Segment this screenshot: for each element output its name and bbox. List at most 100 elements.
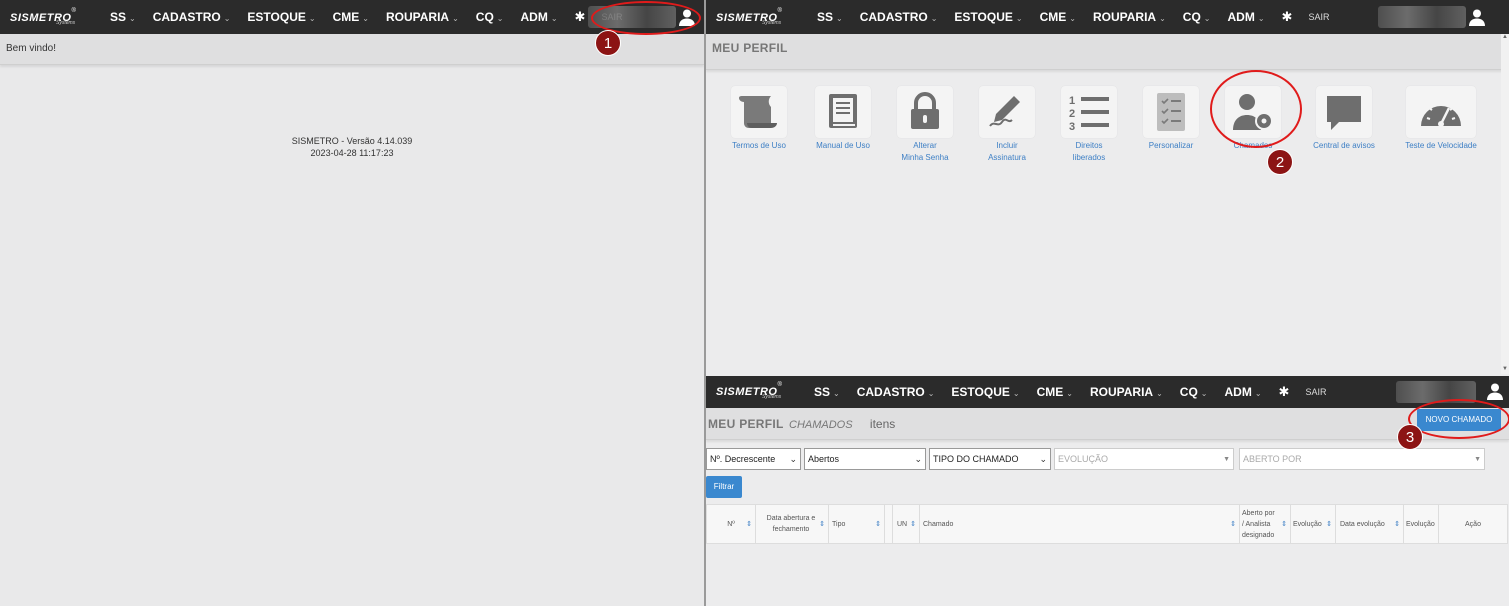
chevron-down-icon: ⌄	[836, 14, 843, 23]
sort-icon[interactable]: ⇕	[1394, 519, 1400, 530]
chevron-down-icon: ⌄	[914, 453, 922, 464]
col-evolucao[interactable]: Evolução ⇕	[1291, 505, 1336, 543]
sismetro-logo[interactable]: SISMETRO® Systems	[10, 8, 90, 28]
sort-icon[interactable]: ⇕	[819, 519, 825, 530]
sort-icon[interactable]: ⇕	[746, 519, 752, 530]
version-label: SISMETRO - Versão 4.14.039	[291, 136, 413, 146]
menu-rouparia[interactable]: ROUPARIA ⌄	[1090, 385, 1163, 399]
menu-estoque[interactable]: ESTOQUE ⌄	[954, 10, 1022, 24]
menu-rouparia[interactable]: ROUPARIA ⌄	[1093, 10, 1166, 24]
sort-icon[interactable]: ⇕	[1281, 519, 1287, 530]
col-label: Data abertura e fechamento	[766, 515, 816, 533]
menu-ss-label: SS	[814, 385, 831, 399]
highlight-circle-new-ticket	[1408, 399, 1509, 439]
sort-icon[interactable]: ⇕	[1326, 519, 1332, 530]
user-icon[interactable]	[1468, 8, 1486, 26]
menu-cme[interactable]: CME ⌄	[1040, 10, 1076, 24]
opened-by-placeholder: ABERTO POR	[1243, 454, 1302, 464]
opened-by-select[interactable]: ABERTO POR ▼	[1239, 448, 1485, 470]
highlight-circle-chamados	[1210, 70, 1302, 148]
menu-adm[interactable]: ADM ⌄	[1225, 385, 1262, 399]
welcome-text: Bem vindo!	[6, 43, 57, 54]
menu-cadastro[interactable]: CADASTRO ⌄	[860, 10, 938, 24]
page-title: MEU PERFIL CHAMADOS itens	[708, 417, 895, 431]
menu-estoque[interactable]: ESTOQUE ⌄	[951, 385, 1019, 399]
menu-cq[interactable]: CQ ⌄	[476, 10, 504, 24]
menu-cadastro[interactable]: CADASTRO ⌄	[153, 10, 231, 24]
subheader-bar	[706, 34, 1509, 70]
sort-icon[interactable]: ⇕	[1230, 519, 1236, 530]
tile-termos-de-uso[interactable]: Termos de Uso	[728, 86, 790, 152]
menu-rouparia[interactable]: ROUPARIA ⌄	[386, 10, 459, 24]
tile-direitos-liberados[interactable]: 123 Direitos liberados	[1058, 86, 1120, 164]
menu-rouparia-label: ROUPARIA	[1092, 10, 1157, 24]
user-name-blurred[interactable]	[1378, 6, 1466, 28]
tile-central-de-avisos[interactable]: Central de avisos	[1304, 86, 1384, 152]
gear-icon[interactable]: ✱	[1282, 9, 1293, 25]
sort-icon[interactable]: ⇕	[910, 519, 916, 530]
chevron-down-icon: ⌄	[550, 14, 558, 23]
menu-adm-label: ADM	[520, 10, 548, 24]
menu-cme-label: CME	[332, 10, 360, 24]
page-title: MEU PERFIL	[712, 41, 788, 55]
col-label: Data evolução	[1340, 520, 1385, 528]
logout-link[interactable]: SAIR	[1305, 387, 1326, 397]
col-tipo[interactable]: Tipo ⇕	[829, 505, 885, 543]
menu-cme[interactable]: CME ⌄	[1037, 385, 1073, 399]
menu-cadastro[interactable]: CADASTRO ⌄	[857, 385, 935, 399]
logo-reg: ®	[777, 8, 782, 14]
menu-ss[interactable]: SS ⌄	[110, 10, 136, 24]
menu-ss[interactable]: SS ⌄	[814, 385, 840, 399]
tile-alterar-senha[interactable]: Alterar Minha Senha	[894, 86, 956, 164]
chevron-down-icon: ⌄	[223, 14, 231, 23]
status-select[interactable]: Abertos ⌄	[804, 448, 926, 470]
chevron-down-icon: ⌄	[1203, 14, 1211, 23]
step-badge-2: 2	[1267, 149, 1293, 175]
menu-ss[interactable]: SS ⌄	[817, 10, 843, 24]
col-numero[interactable]: Nº ⇕	[707, 505, 756, 543]
scrollbar[interactable]: ▲ ▼	[1501, 34, 1509, 374]
menu-estoque[interactable]: ESTOQUE ⌄	[247, 10, 315, 24]
tile-label-1: Incluir	[996, 141, 1018, 150]
col-chamado[interactable]: Chamado ⇕	[920, 505, 1240, 543]
user-icon[interactable]	[1486, 382, 1504, 400]
tile-personalizar[interactable]: Personalizar	[1140, 86, 1202, 152]
tile-manual-de-uso[interactable]: Manual de Uso	[812, 86, 874, 152]
gear-icon[interactable]: ✱	[1279, 384, 1290, 400]
scroll-down-icon[interactable]: ▼	[1502, 366, 1508, 372]
tickets-table-header: Nº ⇕ Data abertura e fechamento ⇕ Tipo ⇕ UN…	[706, 504, 1508, 544]
order-select[interactable]: Nº. Decrescente ⌄	[706, 448, 801, 470]
menu-adm[interactable]: ADM ⌄	[1228, 10, 1265, 24]
numbered-list-icon: 123	[1061, 86, 1117, 138]
menu-cq[interactable]: CQ ⌄	[1183, 10, 1211, 24]
filter-button[interactable]: Filtrar	[706, 476, 742, 498]
col-data-evolucao[interactable]: Data evolução ⇕	[1336, 505, 1404, 543]
sismetro-logo[interactable]: SISMETRO® Systems	[716, 382, 796, 402]
menu-estoque-label: ESTOQUE	[951, 385, 1010, 399]
logo-sub: Systems	[56, 20, 76, 26]
col-un[interactable]: UN ⇕	[893, 505, 920, 543]
chamados-panel: SISMETRO® Systems SS ⌄ CADASTRO ⌄ ESTOQUE ⌄…	[706, 376, 1509, 606]
scroll-up-icon[interactable]: ▲	[1502, 34, 1508, 40]
gear-icon[interactable]: ✱	[575, 9, 586, 25]
tile-label: Central de avisos	[1313, 141, 1375, 150]
tile-teste-de-velocidade[interactable]: Teste de Velocidade	[1396, 86, 1486, 152]
evolution-select[interactable]: EVOLUÇÃO ▼	[1054, 448, 1234, 470]
menu-adm-label: ADM	[1224, 385, 1252, 399]
col-aberto-por[interactable]: Aberto por / Analista designado ⇕	[1240, 505, 1291, 543]
col-acao: Ação	[1439, 505, 1507, 543]
tile-incluir-assinatura[interactable]: Incluir Assinatura	[976, 86, 1038, 164]
tile-label: Manual de Uso	[816, 141, 870, 150]
build-date: 2023-04-28 11:17:23	[310, 148, 394, 158]
menu-cq[interactable]: CQ ⌄	[1180, 385, 1208, 399]
main-menu: SS ⌄ CADASTRO ⌄ ESTOQUE ⌄ CME ⌄ ROUPARIA ⌄ CQ…	[814, 376, 1326, 408]
ticket-type-select-value: TIPO DO CHAMADO	[933, 454, 1019, 464]
col-data-abertura[interactable]: Data abertura e fechamento ⇕	[756, 505, 829, 543]
menu-adm[interactable]: ADM ⌄	[521, 10, 558, 24]
sort-icon[interactable]: ⇕	[875, 519, 881, 530]
menu-cme[interactable]: CME ⌄	[333, 10, 369, 24]
logout-link[interactable]: SAIR	[1308, 12, 1329, 22]
ticket-type-select[interactable]: TIPO DO CHAMADO ⌄	[929, 448, 1051, 470]
sismetro-logo[interactable]: SISMETRO® Systems	[716, 8, 796, 28]
caret-down-icon: ▼	[1474, 455, 1481, 463]
